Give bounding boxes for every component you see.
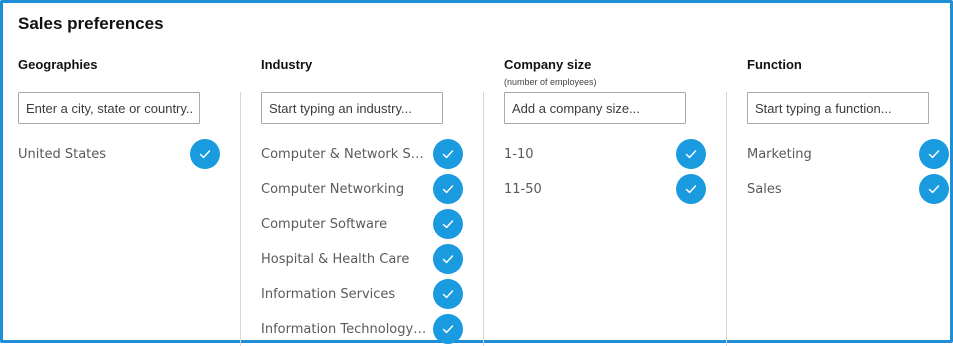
- item-label: Information Services: [261, 286, 396, 302]
- company-size-header: Company size: [504, 57, 592, 72]
- function-header: Function: [747, 57, 802, 72]
- list-item-industry: Hospital & Health Care: [261, 244, 463, 274]
- company-size-subheader: (number of employees): [504, 77, 597, 87]
- sales-preferences-panel: Sales preferences Geographies United Sta…: [0, 0, 953, 346]
- checkmark-icon[interactable]: [433, 314, 463, 344]
- checkmark-icon[interactable]: [433, 209, 463, 239]
- item-label: Computer Software: [261, 216, 388, 232]
- checkmark-icon[interactable]: [433, 279, 463, 309]
- column-divider: [483, 92, 484, 346]
- item-label: Computer & Network Security: [261, 146, 429, 162]
- checkmark-icon[interactable]: [919, 174, 949, 204]
- list-item-function: Marketing: [747, 139, 949, 169]
- item-label: Hospital & Health Care: [261, 251, 410, 267]
- item-label: Computer Networking: [261, 181, 405, 197]
- list-item-geography: United States: [18, 139, 220, 169]
- industry-header: Industry: [261, 57, 313, 72]
- list-item-industry: Computer & Network Security: [261, 139, 463, 169]
- checkmark-icon[interactable]: [433, 174, 463, 204]
- checkmark-icon[interactable]: [676, 174, 706, 204]
- column-divider: [240, 92, 241, 346]
- list-item-function: Sales: [747, 174, 949, 204]
- geographies-header: Geographies: [18, 57, 98, 72]
- geographies-search-input[interactable]: [18, 92, 200, 124]
- column-divider: [726, 92, 727, 346]
- page-title: Sales preferences: [18, 14, 164, 33]
- item-label: 11-50: [504, 181, 542, 197]
- list-item-company-size: 11-50: [504, 174, 706, 204]
- checkmark-icon[interactable]: [433, 244, 463, 274]
- checkmark-icon[interactable]: [433, 139, 463, 169]
- item-label: Marketing: [747, 146, 812, 162]
- item-label: Sales: [747, 181, 782, 197]
- list-item-industry: Computer Software: [261, 209, 463, 239]
- item-label: 1-10: [504, 146, 534, 162]
- function-search-input[interactable]: [747, 92, 929, 124]
- list-item-industry: Information Services: [261, 279, 463, 309]
- checkmark-icon[interactable]: [676, 139, 706, 169]
- company-size-search-input[interactable]: [504, 92, 686, 124]
- list-item-industry: Computer Networking: [261, 174, 463, 204]
- item-label: Information Technology and Services: [261, 321, 429, 337]
- checkmark-icon[interactable]: [190, 139, 220, 169]
- item-label: United States: [18, 146, 107, 162]
- industry-search-input[interactable]: [261, 92, 443, 124]
- list-item-industry: Information Technology and Services: [261, 314, 463, 344]
- list-item-company-size: 1-10: [504, 139, 706, 169]
- checkmark-icon[interactable]: [919, 139, 949, 169]
